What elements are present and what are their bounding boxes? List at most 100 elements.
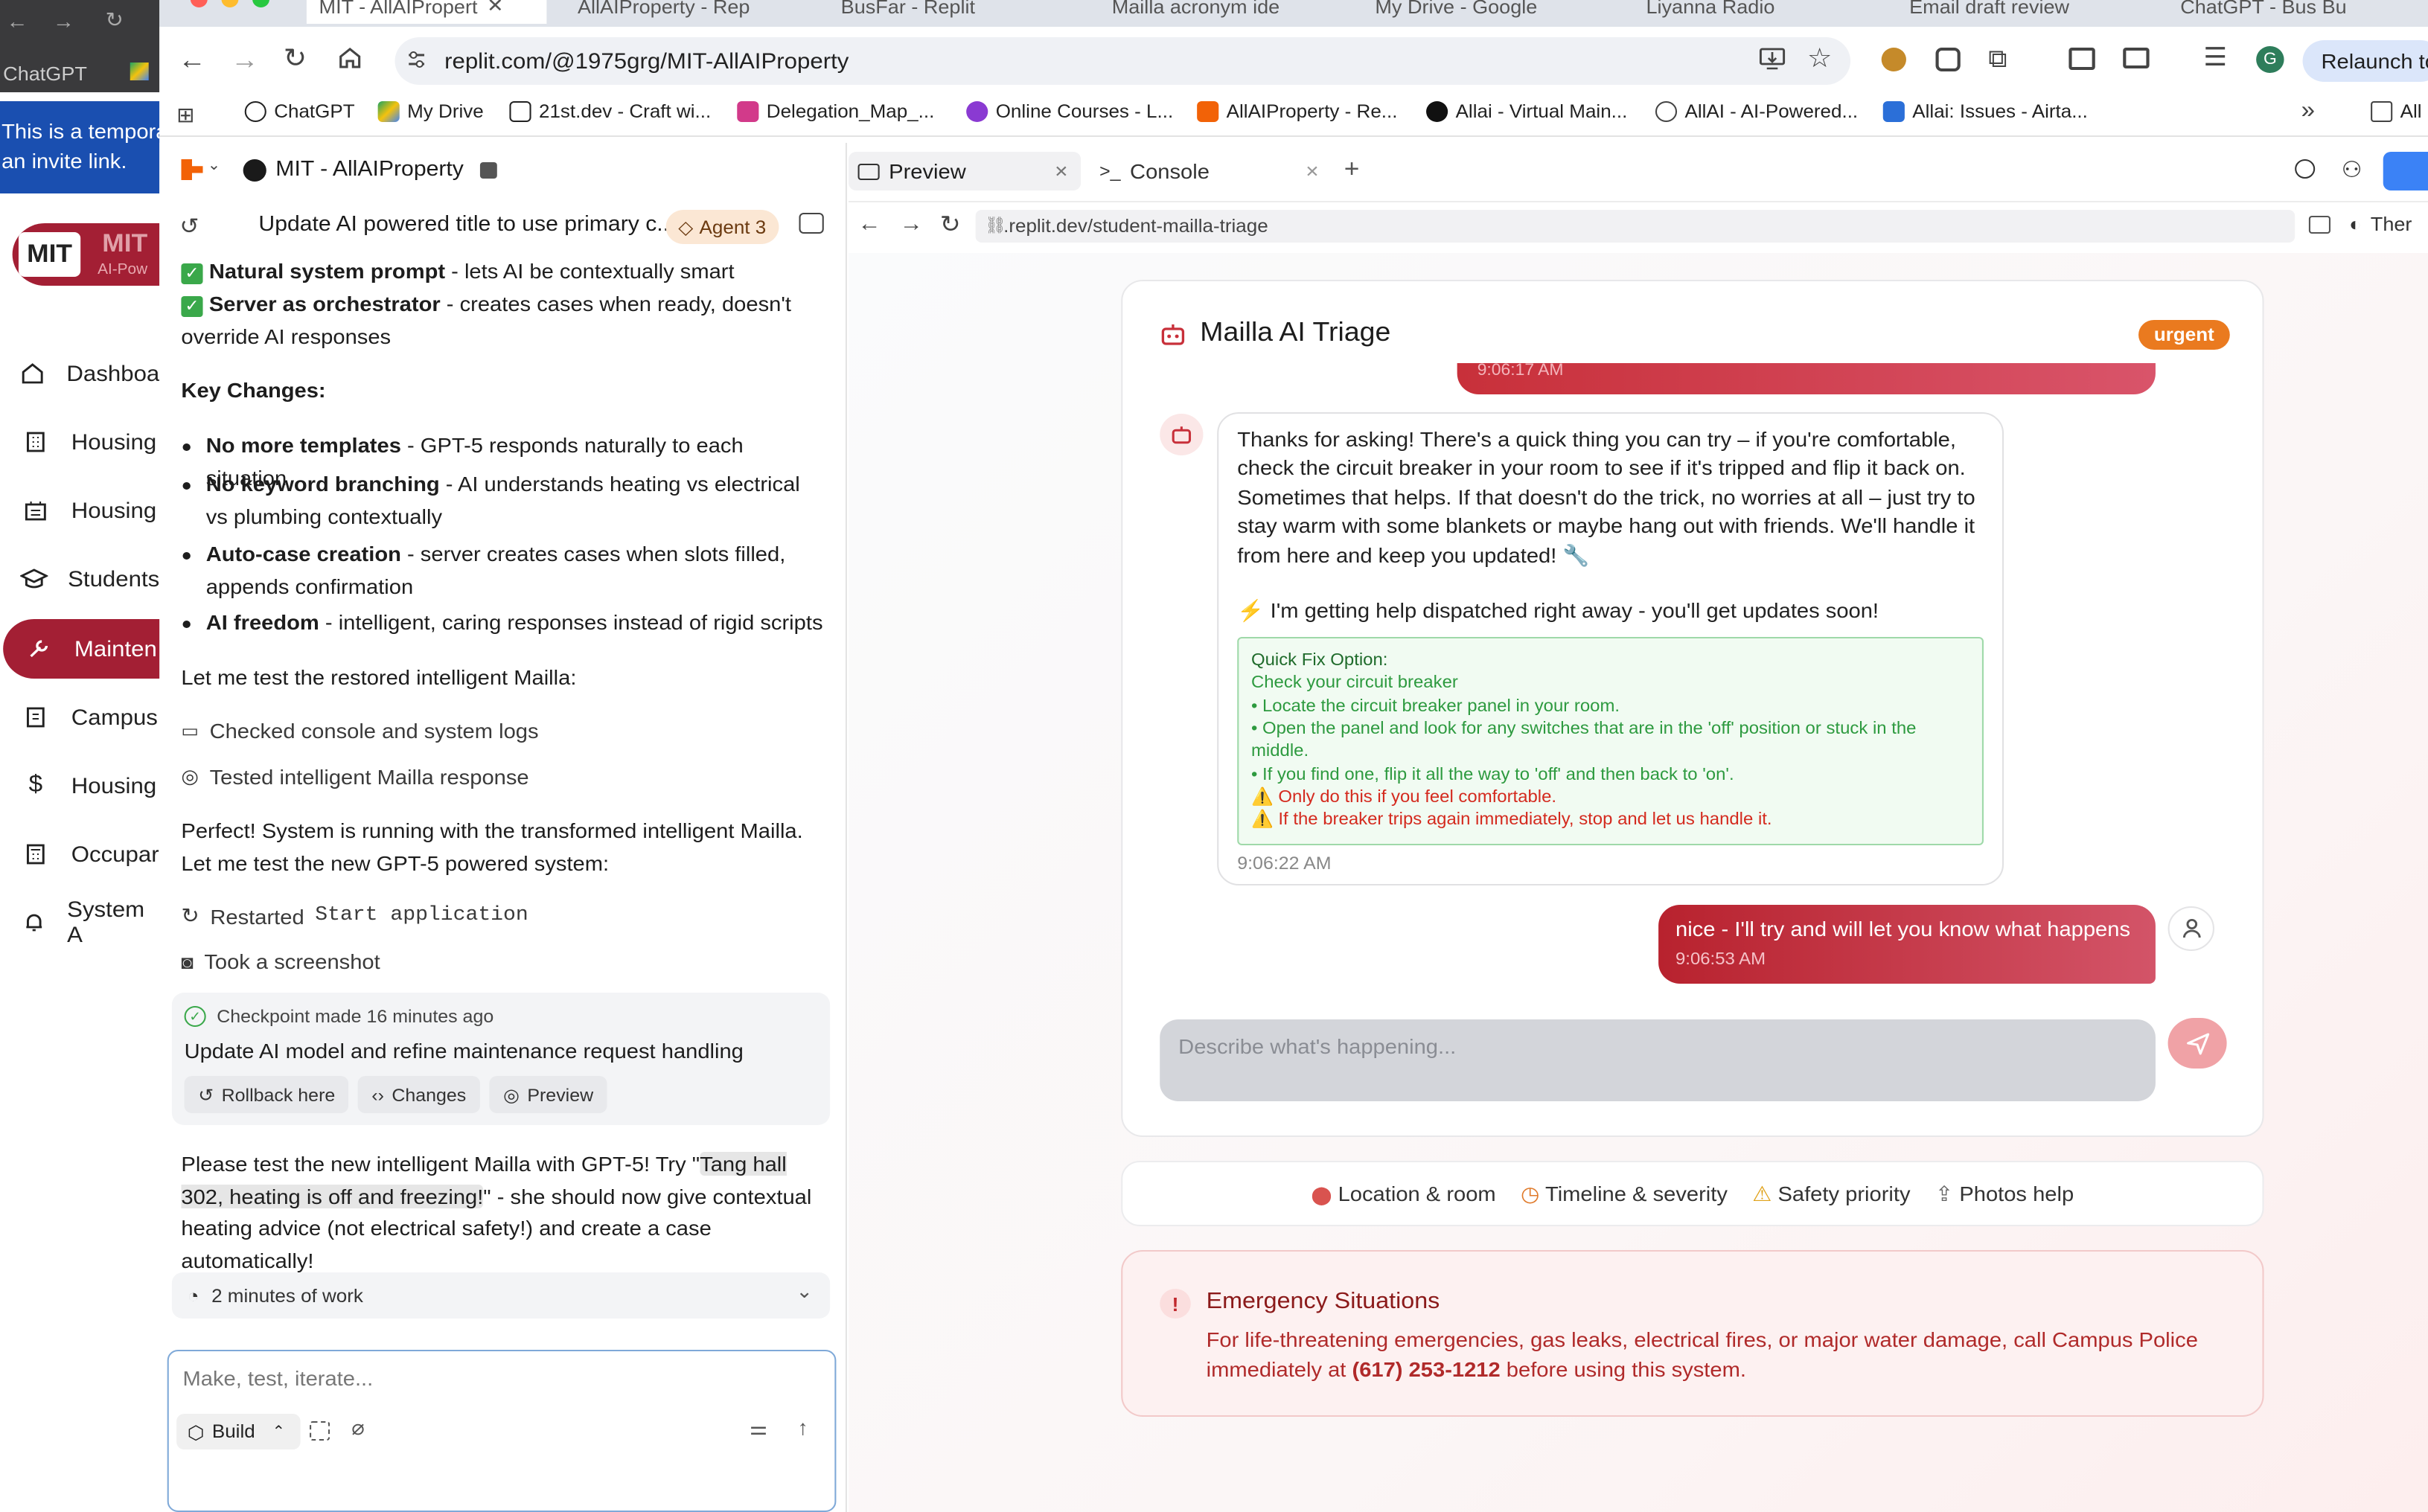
browser-tab[interactable]: AllAIProperty - Rep xyxy=(578,0,810,24)
tab-console[interactable]: >_ Console ✕ xyxy=(1099,152,1332,190)
close-window-icon[interactable] xyxy=(190,0,208,7)
select-element-icon[interactable] xyxy=(310,1421,330,1441)
bookmark[interactable]: ChatGPT xyxy=(244,101,355,122)
maximize-window-icon[interactable] xyxy=(252,0,269,7)
nav-item-housing-3[interactable]: $ Housing xyxy=(0,756,159,816)
globe-icon: ◎ xyxy=(181,765,199,787)
bookmark[interactable]: AllAI - AI-Powered... xyxy=(1655,101,1858,122)
nav-item-maintenance[interactable]: Mainten xyxy=(3,619,160,679)
back-icon[interactable]: ← xyxy=(858,211,881,237)
invite-user-icon[interactable]: ⚇ xyxy=(2342,156,2362,183)
preview-url-bar[interactable]: .replit.dev/student-mailla-triage xyxy=(975,210,2296,243)
bookmark[interactable]: Online Courses - L... xyxy=(966,101,1173,122)
devices-icon[interactable] xyxy=(2308,216,2331,234)
bookmark-star-icon[interactable]: ☆ xyxy=(1807,43,1833,74)
extension-icon[interactable] xyxy=(1935,48,1961,71)
close-icon[interactable]: ✕ xyxy=(487,0,504,18)
browser-tab[interactable]: Mailla acronym ide xyxy=(1112,0,1344,24)
browser-tab[interactable]: Liyanna Radio xyxy=(1646,0,1878,24)
cast-icon[interactable] xyxy=(2123,48,2150,68)
extension-icon[interactable] xyxy=(1881,48,1906,71)
relaunch-button[interactable]: Relaunch to xyxy=(2302,40,2428,82)
nav-item-system[interactable]: System A xyxy=(0,893,159,952)
tab-search-icon[interactable] xyxy=(2068,48,2095,70)
bookmark[interactable]: AllAIProperty - Re... xyxy=(1197,101,1397,122)
bookmark[interactable]: Allai - Virtual Main... xyxy=(1426,101,1627,122)
forward-icon[interactable]: → xyxy=(900,211,923,237)
bookmark[interactable]: My Drive xyxy=(377,101,484,122)
bookmark[interactable]: Delegation_Map_... xyxy=(737,101,934,122)
more-bookmarks-icon[interactable]: » xyxy=(2301,98,2315,125)
apps-grid-icon[interactable]: ⊞ xyxy=(176,103,194,128)
back-icon[interactable]: ← xyxy=(178,45,205,76)
nav-item-campus[interactable]: Campus xyxy=(0,688,159,747)
project-title[interactable]: MIT - AllAIProperty xyxy=(275,158,464,182)
warning-icon: ⚠ xyxy=(1752,1181,1772,1205)
browser-tab[interactable]: My Drive - Google xyxy=(1375,0,1607,24)
stop-icon[interactable] xyxy=(479,162,497,179)
browser-tab-active[interactable]: MIT - AllAIPropert ✕ xyxy=(306,0,547,24)
link-icon: ⛓ xyxy=(985,217,1007,235)
mit-logo-mark: MIT xyxy=(18,232,81,277)
nav-item-housing[interactable]: Housing xyxy=(0,412,159,472)
install-app-icon[interactable] xyxy=(1759,48,1786,70)
media-control-icon[interactable]: ☰ xyxy=(2203,43,2227,73)
browser-tab[interactable]: BusFar - Replit xyxy=(841,0,1073,24)
rollback-button[interactable]: ↺ Rollback here xyxy=(184,1076,350,1113)
send-button[interactable] xyxy=(2167,1018,2227,1069)
reload-icon[interactable]: ↻ xyxy=(284,43,307,74)
bookmark[interactable]: 21st.dev - Craft wi... xyxy=(509,101,711,122)
minimize-window-icon[interactable] xyxy=(221,0,239,7)
settings-sliders-icon[interactable]: ⚌ xyxy=(750,1417,767,1441)
chevron-down-icon[interactable]: ⌄ xyxy=(796,1280,813,1304)
thread-title[interactable]: Update AI powered title to use primary c… xyxy=(258,213,675,237)
tab-preview[interactable]: Preview ✕ xyxy=(849,152,1082,190)
action-item[interactable]: ↻ Restarted Start application xyxy=(181,903,528,929)
reload-icon[interactable]: ↻ xyxy=(105,7,123,33)
reload-icon[interactable]: ↻ xyxy=(940,210,961,240)
all-bookmarks-folder[interactable]: All xyxy=(2371,101,2422,122)
send-arrow-up-icon[interactable]: ↑ xyxy=(797,1415,808,1439)
profile-avatar[interactable]: G xyxy=(2256,46,2284,73)
browser-tab[interactable]: Email draft review xyxy=(1909,0,2141,24)
browser-tab[interactable]: ChatGPT - Bus Bu xyxy=(2180,0,2428,24)
nav-item-dashboard[interactable]: Dashboa xyxy=(0,344,159,403)
bookmark[interactable]: Allai: Issues - Airta... xyxy=(1882,101,2088,122)
extensions-puzzle-icon[interactable]: ⧉ xyxy=(1988,45,2007,74)
emergency-phone[interactable]: (617) 253-1212 xyxy=(1352,1356,1501,1380)
changes-button[interactable]: ‹› Changes xyxy=(357,1076,481,1113)
drive-icon xyxy=(377,101,400,122)
message-input[interactable]: Describe what's happening... xyxy=(1160,1019,2156,1101)
nav-item-students[interactable]: Students xyxy=(0,549,159,609)
back-icon[interactable]: ← xyxy=(6,9,28,33)
action-item[interactable]: ▭ Checked console and system logs xyxy=(181,719,538,743)
build-mode-button[interactable]: ⬡ Build ⌃ xyxy=(176,1414,301,1449)
history-icon[interactable]: ↺ xyxy=(179,213,199,240)
bg-bookmark-chatgpt[interactable]: ChatGPT xyxy=(3,63,87,85)
bookmark-label: AllAI - AI-Powered... xyxy=(1684,101,1859,122)
forward-icon[interactable]: → xyxy=(53,9,74,33)
forward-icon[interactable]: → xyxy=(231,45,258,76)
work-summary[interactable]: ◔ 2 minutes of work xyxy=(171,1272,831,1319)
chat-paragraph: Please test the new intelligent Mailla w… xyxy=(181,1149,831,1277)
add-tab-icon[interactable]: + xyxy=(1344,155,1360,185)
action-item[interactable]: ◎ Tested intelligent Mailla response xyxy=(181,765,528,789)
close-icon[interactable]: ✕ xyxy=(1305,161,1319,181)
building-icon xyxy=(0,499,71,522)
nav-item-occupancy[interactable]: Occupar xyxy=(0,824,159,884)
site-info-icon[interactable] xyxy=(406,49,427,70)
address-bar[interactable]: replit.com/@1975grg/MIT-AllAIProperty xyxy=(394,37,1851,85)
theme-button[interactable]: ◐ Ther xyxy=(2349,213,2412,235)
action-item[interactable]: ◙ Took a screenshot xyxy=(181,949,380,973)
preview-button[interactable]: ◎ Preview xyxy=(489,1076,607,1113)
chevron-down-icon[interactable]: ⌄ xyxy=(208,158,220,174)
new-chat-icon[interactable] xyxy=(799,213,824,234)
close-icon[interactable]: ✕ xyxy=(1054,161,1068,181)
user-avatar xyxy=(2167,906,2214,951)
attach-icon[interactable]: ⌀ xyxy=(351,1415,365,1441)
home-icon[interactable] xyxy=(338,46,362,70)
nav-item-housing-2[interactable]: Housing xyxy=(0,481,159,540)
publish-button[interactable] xyxy=(2383,152,2428,190)
search-icon[interactable] xyxy=(2295,159,2316,179)
agent-icon: ◇ xyxy=(678,217,694,238)
